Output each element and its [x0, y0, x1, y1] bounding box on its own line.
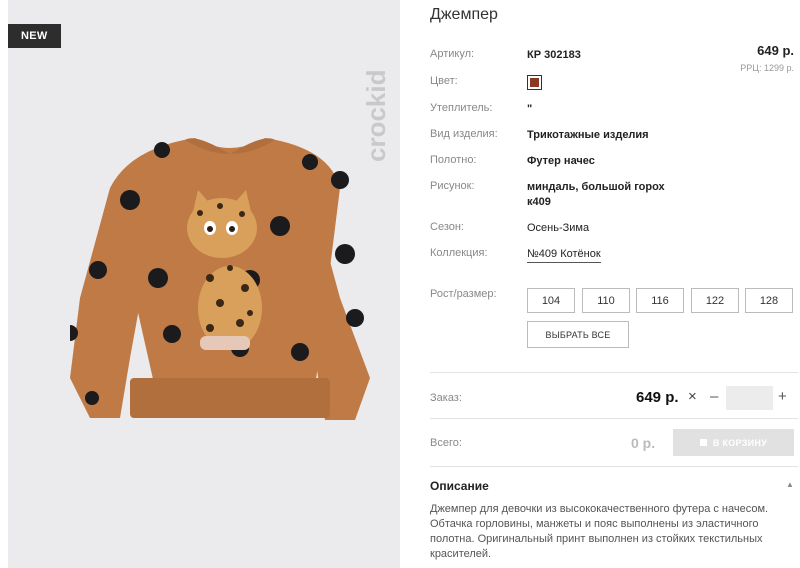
new-badge: NEW [8, 24, 61, 48]
article-value: КР 302183 [527, 49, 581, 61]
insulation-label: Утеплитель: [430, 102, 493, 114]
quantity-input[interactable] [726, 386, 773, 410]
fabric-value: Футер начес [527, 155, 595, 167]
recommended-price: РРЦ: 1299 р. [740, 63, 794, 73]
print-label: Рисунок: [430, 180, 475, 192]
size-option-128[interactable]: 128 [745, 288, 793, 313]
divider [430, 372, 798, 373]
article-label: Артикул: [430, 48, 475, 60]
add-to-cart-button[interactable]: В КОРЗИНУ [673, 429, 794, 456]
print-value: миндаль, большой горох к409 [527, 181, 665, 208]
add-to-cart-label: В КОРЗИНУ [712, 437, 768, 448]
size-option-122[interactable]: 122 [691, 288, 739, 313]
season-value: Осень-Зима [527, 222, 590, 234]
collection-link[interactable]: №409 Котёнок [527, 247, 601, 263]
season-label: Сезон: [430, 221, 464, 233]
total-label: Всего: [430, 437, 462, 449]
order-price: 649 р. [636, 389, 679, 406]
product-type-label: Вид изделия: [430, 128, 498, 140]
size-option-116[interactable]: 116 [636, 288, 684, 313]
total-value: 0 р. [631, 435, 656, 451]
fabric-label: Полотно: [430, 154, 477, 166]
description-title[interactable]: Описание [430, 479, 489, 493]
select-all-sizes-button[interactable]: ВЫБРАТЬ ВСЕ [527, 321, 629, 348]
decrease-quantity-button[interactable]: – [710, 388, 718, 405]
size-option-110[interactable]: 110 [582, 288, 630, 313]
increase-quantity-button[interactable]: + [778, 388, 787, 405]
product-price: 649 р. [757, 43, 794, 58]
cart-icon [699, 439, 707, 446]
divider [430, 418, 798, 419]
description-text: Джемпер для девочки из высококачественно… [430, 503, 769, 560]
sweater-illustration [70, 138, 370, 420]
product-image[interactable]: NEW crockid [8, 0, 400, 568]
order-label: Заказ: [430, 392, 462, 404]
color-swatch-fill [530, 78, 539, 87]
size-label: Рост/размер: [430, 288, 497, 300]
color-swatch[interactable] [527, 75, 542, 90]
color-label: Цвет: [430, 75, 458, 87]
insulation-value: " [527, 103, 533, 115]
caret-up-icon[interactable]: ▲ [786, 480, 794, 489]
product-title: Джемпер [430, 6, 498, 23]
collection-label: Коллекция: [430, 247, 488, 259]
product-info-panel: Джемпер Артикул: КР 302183 649 р. РРЦ: 1… [430, 0, 800, 568]
size-option-104[interactable]: 104 [527, 288, 575, 313]
product-type-value: Трикотажные изделия [527, 129, 649, 141]
divider [430, 466, 798, 467]
times-icon: × [688, 388, 697, 405]
